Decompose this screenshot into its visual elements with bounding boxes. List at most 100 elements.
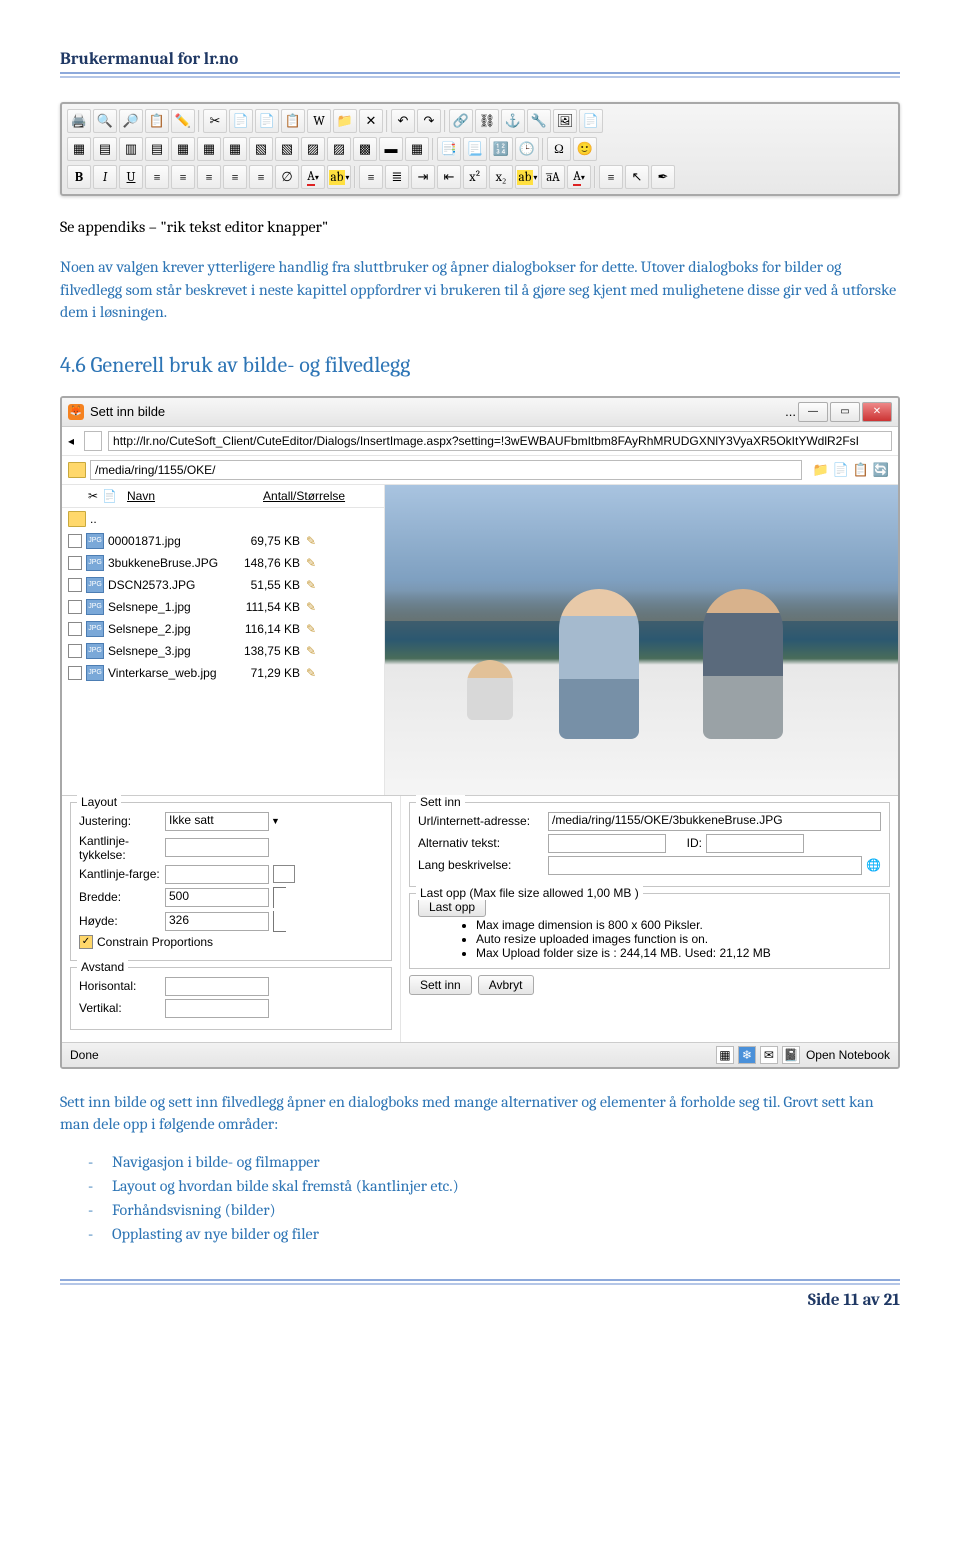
toolbar-button[interactable]: ▨: [327, 137, 351, 161]
horisontal-input[interactable]: [165, 977, 269, 996]
file-checkbox[interactable]: [68, 534, 82, 548]
toolbar-button[interactable]: 🔗: [449, 109, 473, 133]
lang-beskrivelse-input[interactable]: [548, 856, 862, 875]
edit-icon[interactable]: ✎: [306, 644, 316, 658]
file-row[interactable]: JPG00001871.jpg69,75 KB✎: [62, 530, 384, 552]
col-size-header[interactable]: Antall/Størrelse: [263, 489, 345, 503]
snow-icon[interactable]: ❄: [738, 1046, 756, 1064]
toolbar-button[interactable]: ▬: [379, 137, 403, 161]
edit-icon[interactable]: ✎: [306, 666, 316, 680]
toolbar-button[interactable]: a̅A: [541, 165, 565, 189]
edit-icon[interactable]: ✎: [306, 534, 316, 548]
toolbar-button[interactable]: 🔢: [489, 137, 513, 161]
mail-icon[interactable]: ✉: [760, 1046, 778, 1064]
toolbar-button[interactable]: ab ▾: [515, 165, 539, 189]
toolbar-button[interactable]: ≣: [385, 165, 409, 189]
link-dimensions-icon[interactable]: [273, 911, 286, 932]
toolbar-button[interactable]: ✕: [359, 109, 383, 133]
toolbar-button[interactable]: 📃: [463, 137, 487, 161]
toolbar-button[interactable]: ▤: [93, 137, 117, 161]
toolbar-button[interactable]: 📋: [281, 109, 305, 133]
toolbar-button[interactable]: ▦: [405, 137, 429, 161]
toolbar-button[interactable]: ⇥: [411, 165, 435, 189]
toolbar-button[interactable]: ▥: [119, 137, 143, 161]
file-row[interactable]: JPGSelsnepe_2.jpg116,14 KB✎: [62, 618, 384, 640]
copy-icon[interactable]: 📄: [832, 461, 850, 479]
toolbar-button[interactable]: x²: [463, 165, 487, 189]
toolbar-button[interactable]: ab ▾: [327, 165, 351, 189]
file-checkbox[interactable]: [68, 666, 82, 680]
toolbar-button[interactable]: 🕒: [515, 137, 539, 161]
toolbar-button[interactable]: ≡: [145, 165, 169, 189]
edit-icon[interactable]: ✎: [306, 578, 316, 592]
open-notebook-label[interactable]: Open Notebook: [806, 1048, 890, 1062]
toolbar-button[interactable]: ≡: [197, 165, 221, 189]
toolbar-button[interactable]: 📄: [579, 109, 603, 133]
file-row[interactable]: JPGSelsnepe_3.jpg138,75 KB✎: [62, 640, 384, 662]
justering-select[interactable]: Ikke satt: [165, 812, 269, 831]
cancel-button[interactable]: Avbryt: [478, 975, 534, 995]
edit-icon[interactable]: ✎: [306, 622, 316, 636]
toolbar-button[interactable]: ▧: [249, 137, 273, 161]
toolbar-button[interactable]: ▦: [67, 137, 91, 161]
toolbar-button[interactable]: 📄: [255, 109, 279, 133]
file-checkbox[interactable]: [68, 644, 82, 658]
toolbar-button[interactable]: ⇤: [437, 165, 461, 189]
edit-icon[interactable]: ✎: [306, 556, 316, 570]
parent-dir[interactable]: ..: [90, 512, 97, 526]
toolbar-button[interactable]: A ▾: [567, 165, 591, 189]
upload-button[interactable]: Last opp: [418, 897, 486, 917]
toolbar-button[interactable]: ✒: [651, 165, 675, 189]
cut-icon[interactable]: ✂: [88, 489, 98, 503]
toolbar-button[interactable]: ▧: [275, 137, 299, 161]
file-row[interactable]: JPGSelsnepe_1.jpg111,54 KB✎: [62, 596, 384, 618]
id-input[interactable]: [706, 834, 804, 853]
link-dimensions-icon[interactable]: [273, 887, 286, 908]
toolbar-button[interactable]: ≡: [359, 165, 383, 189]
toolbar-button[interactable]: A ▾: [301, 165, 325, 189]
toolbar-button[interactable]: Ω: [547, 137, 571, 161]
chevron-down-icon[interactable]: ▼: [271, 816, 280, 826]
file-checkbox[interactable]: [68, 622, 82, 636]
file-row[interactable]: JPG3bukkeneBruse.JPG148,76 KB✎: [62, 552, 384, 574]
file-checkbox[interactable]: [68, 578, 82, 592]
toolbar-button[interactable]: x₂: [489, 165, 513, 189]
bredde-input[interactable]: 500: [165, 888, 269, 907]
vertikal-input[interactable]: [165, 999, 269, 1018]
toolbar-button[interactable]: ↖: [625, 165, 649, 189]
file-checkbox[interactable]: [68, 556, 82, 570]
toolbar-button[interactable]: ∅: [275, 165, 299, 189]
maximize-button[interactable]: ▭: [830, 402, 860, 422]
toolbar-button[interactable]: ✂: [203, 109, 227, 133]
toolbar-button[interactable]: I: [93, 165, 117, 189]
toolbar-button[interactable]: ≡: [223, 165, 247, 189]
file-row[interactable]: JPGVinterkarse_web.jpg71,29 KB✎: [62, 662, 384, 684]
minimize-button[interactable]: —: [798, 402, 828, 422]
doc-icon[interactable]: 📄: [102, 489, 117, 503]
toolbar-button[interactable]: 📋: [145, 109, 169, 133]
new-folder-icon[interactable]: 📁: [812, 461, 830, 479]
alt-text-input[interactable]: [548, 834, 666, 853]
toolbar-button[interactable]: 🔧: [527, 109, 551, 133]
toolbar-button[interactable]: ↶: [391, 109, 415, 133]
notebook-icon[interactable]: 📓: [782, 1046, 800, 1064]
close-button[interactable]: ✕: [862, 402, 892, 422]
toolbar-button[interactable]: 🖼: [553, 109, 577, 133]
toolbar-button[interactable]: ≡: [249, 165, 273, 189]
toolbar-button[interactable]: ▨: [301, 137, 325, 161]
col-name-header[interactable]: Navn: [127, 489, 263, 503]
toolbar-button[interactable]: ▦: [197, 137, 221, 161]
toolbar-button[interactable]: ✏️: [171, 109, 195, 133]
edit-icon[interactable]: ✎: [306, 600, 316, 614]
toolbar-button[interactable]: ▦: [171, 137, 195, 161]
browse-icon[interactable]: 🌐: [866, 858, 881, 872]
toolbar-button[interactable]: ▩: [353, 137, 377, 161]
toolbar-button[interactable]: U: [119, 165, 143, 189]
toolbar-button[interactable]: 📄: [229, 109, 253, 133]
toolbar-button[interactable]: ▤: [145, 137, 169, 161]
file-row[interactable]: JPGDSCN2573.JPG51,55 KB✎: [62, 574, 384, 596]
constrain-checkbox[interactable]: ✓: [79, 935, 93, 949]
url-field[interactable]: http://lr.no/CuteSoft_Client/CuteEditor/…: [108, 431, 892, 451]
kantlinje-farge-input[interactable]: [165, 865, 269, 884]
toolbar-button[interactable]: W: [307, 109, 331, 133]
